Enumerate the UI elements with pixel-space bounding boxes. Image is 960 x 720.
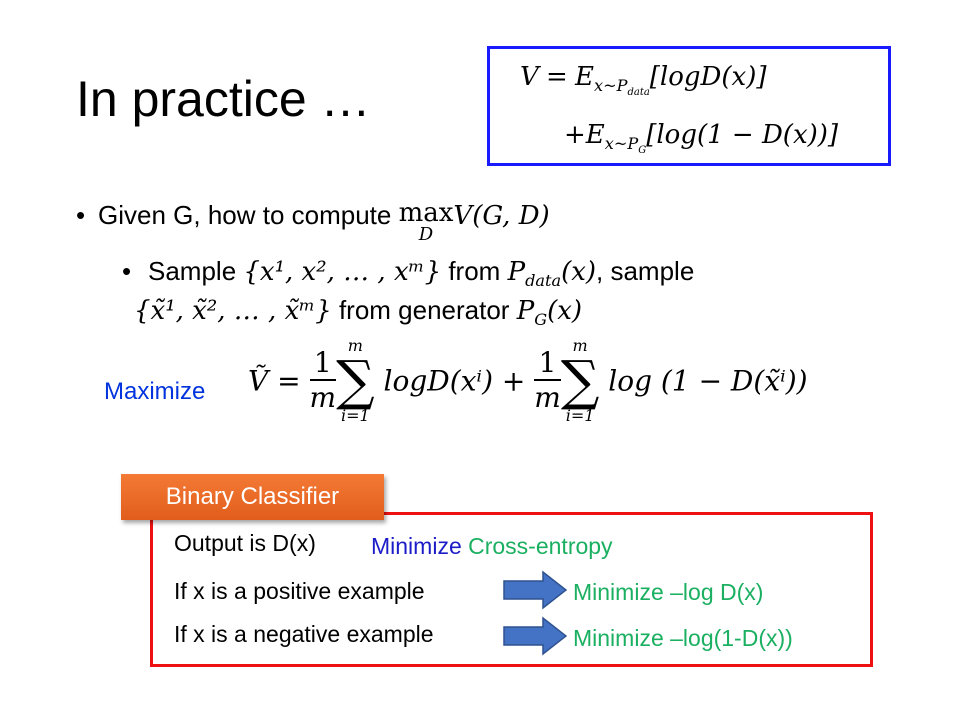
minimize-word: Minimize [371, 533, 462, 559]
plus-sign: + [564, 120, 586, 150]
minimize-cross-entropy: Minimize Cross-entropy [371, 533, 613, 560]
bullet1-text: Given G, how to compute [98, 200, 399, 230]
expectation-symbol: E [575, 62, 595, 92]
sample-label: Sample [148, 256, 244, 286]
fake-log-term: log (1 − D(x̃ⁱ)) [608, 364, 808, 398]
value-function-line1: V = Ex~Pdata[logD(x)] [520, 61, 767, 98]
value-function-box: V = Ex~Pdata[logD(x)] +Ex~PG[log(1 − D(x… [487, 46, 891, 166]
maximize-formula: Ṽ = 1 m m ∑ i=1 logD(xⁱ) + 1 m m ∑ i=1 log (1 − … [248, 338, 808, 424]
v-symbol: V [520, 62, 539, 92]
expectation-subscript: x~P [594, 76, 628, 96]
v-of-g-d: V(G, D) [453, 201, 550, 231]
fraction-1-over-m-2: 1m [534, 345, 561, 414]
expectation-body-2: [log(1 − D(x))] [646, 120, 839, 150]
real-sample-set: {x¹, x², … , xᵐ} [243, 257, 442, 287]
summation-2: m ∑ i=1 [560, 336, 600, 425]
binary-classifier-label: Binary Classifier [121, 474, 384, 520]
max-operator: max D [398, 198, 454, 245]
cross-entropy-word: Cross-entropy [468, 533, 613, 559]
p-g-symbol: P [516, 296, 535, 326]
expectation-subsubscript: data [627, 87, 650, 99]
negative-result: Minimize –log(1-D(x)) [573, 625, 793, 651]
equals-sign: = [546, 62, 568, 92]
slide-title: In practice … [76, 71, 371, 127]
v-tilde: Ṽ = [248, 364, 301, 398]
fraction-1-over-m: 1m [309, 345, 337, 414]
bullet-given-g: • Given G, how to compute max D V(G, D) [76, 198, 550, 245]
maximize-label: Maximize [104, 378, 206, 405]
real-log-term: logD(xⁱ) + [383, 364, 526, 398]
expectation-symbol-2: E [585, 120, 605, 150]
generated-sample-set: {x̃¹, x̃², … , x̃ᵐ} [134, 296, 332, 326]
right-arrow-icon-2 [503, 616, 567, 656]
output-text: Output is D(x) [174, 530, 316, 556]
expectation-subscript-2: x~P [604, 134, 639, 154]
bullet-sample: • Sample {x¹, x², … , xᵐ} from Pdata(x), … [122, 256, 695, 330]
positive-example-text: If x is a positive example [174, 578, 425, 604]
value-function-line2: +Ex~PG[log(1 − D(x))] [564, 119, 839, 156]
expectation-subsubscript-2: G [638, 145, 647, 157]
p-data-symbol: P [507, 257, 526, 287]
positive-result: Minimize –log D(x) [573, 579, 764, 605]
summation-1: m ∑ i=1 [336, 336, 375, 425]
right-arrow-icon [503, 570, 567, 610]
negative-example-text: If x is a negative example [174, 621, 434, 647]
expectation-body: [logD(x)] [649, 62, 767, 92]
